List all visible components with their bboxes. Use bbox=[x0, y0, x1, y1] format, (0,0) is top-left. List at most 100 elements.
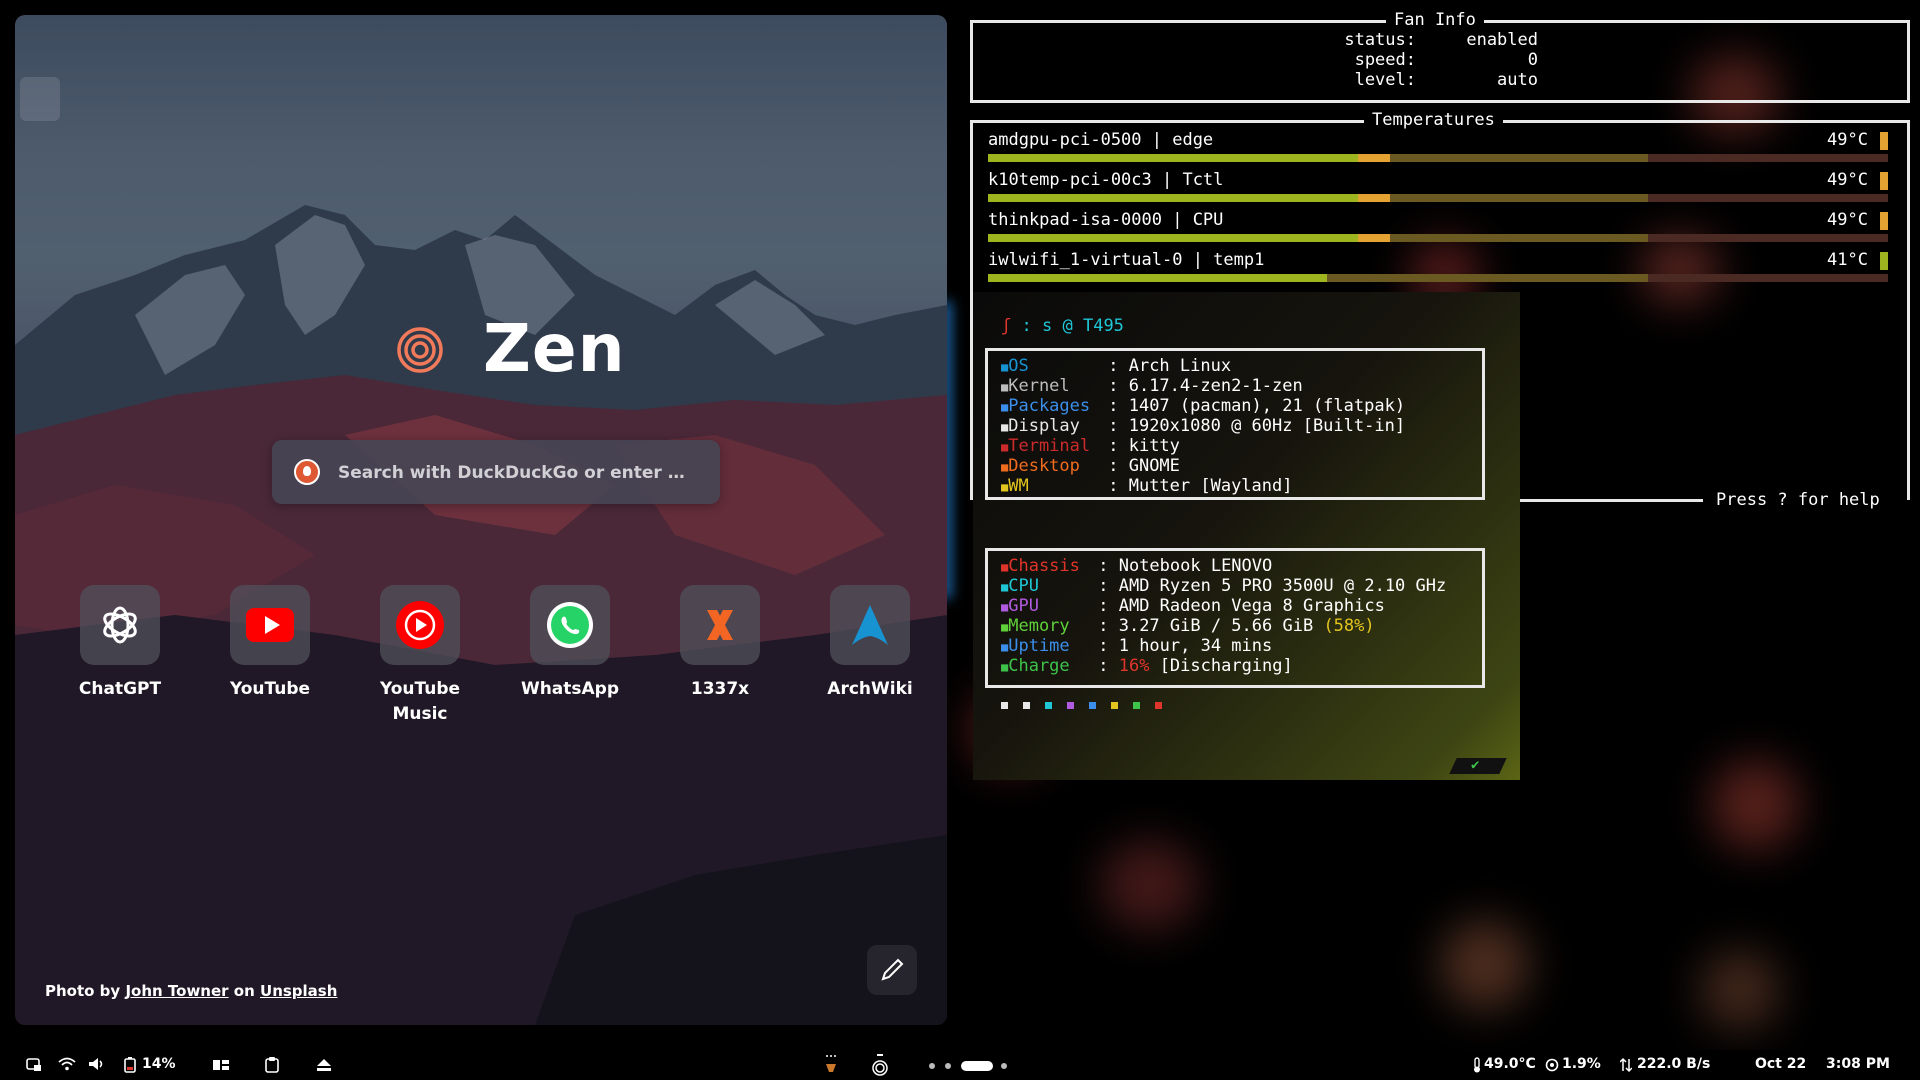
terminal-icon: ■ bbox=[1001, 440, 1009, 454]
browser-window: Zen ChatGPT YouTube bbox=[15, 15, 947, 1025]
fan-info-title: Fan Info bbox=[1386, 10, 1484, 30]
search-input[interactable] bbox=[336, 440, 710, 506]
info-separator: : bbox=[1098, 616, 1119, 636]
network-icon bbox=[1620, 1057, 1632, 1073]
fan-level-key: level: bbox=[1354, 70, 1416, 90]
workspaces-icon[interactable] bbox=[213, 1059, 229, 1071]
sensor-marker bbox=[1880, 212, 1888, 230]
info-key: Charge bbox=[1008, 656, 1070, 676]
sensor-name: thinkpad-isa-0000 | CPU bbox=[988, 210, 1224, 230]
search-box[interactable] bbox=[272, 440, 720, 506]
info-value: 1920x1080 @ 60Hz [Built-in] bbox=[1128, 416, 1406, 436]
info-key: Display bbox=[1008, 416, 1080, 436]
workspace-active[interactable] bbox=[961, 1061, 993, 1071]
info-key: Uptime bbox=[1008, 636, 1070, 656]
info-separator: : bbox=[1098, 636, 1119, 656]
zen-logo-icon bbox=[397, 327, 443, 373]
package-icon: ■ bbox=[1001, 400, 1009, 414]
info-value: AMD Radeon Vega 8 Graphics bbox=[1118, 596, 1385, 616]
sensor-bar bbox=[988, 274, 1888, 282]
arch-icon: ■ bbox=[1001, 360, 1009, 374]
info-key: Chassis bbox=[1008, 556, 1080, 576]
clock-display[interactable]: 3:08 PM bbox=[1826, 1056, 1890, 1072]
mountain-wallpaper bbox=[15, 205, 947, 1025]
shortcut-youtube[interactable]: YouTube bbox=[195, 585, 345, 702]
info-row-cpu: ■CPU: AMD Ryzen 5 PRO 3500U @ 2.10 GHz bbox=[1001, 576, 1446, 596]
info-value: 6.17.4-zen2-1-zen bbox=[1128, 376, 1303, 396]
battery-icon[interactable] bbox=[122, 1056, 138, 1073]
clipboard-icon[interactable] bbox=[265, 1057, 279, 1073]
date-display[interactable]: Oct 22 bbox=[1755, 1056, 1806, 1072]
app-indicator-icon[interactable] bbox=[824, 1054, 838, 1076]
youtube-music-icon bbox=[380, 585, 460, 665]
palette-swatch bbox=[1111, 702, 1118, 709]
shortcut-chatgpt[interactable]: ChatGPT bbox=[45, 585, 195, 702]
prompt-user: s bbox=[1041, 316, 1053, 336]
info-key: Desktop bbox=[1008, 456, 1080, 476]
x-icon bbox=[680, 585, 760, 665]
taskbar: 14% 49.0°C 1.9% 222.0 B/s Oct 22 3:08 PM bbox=[0, 1050, 1920, 1080]
volume-icon[interactable] bbox=[88, 1057, 106, 1071]
sensor-bar-fill bbox=[988, 194, 1358, 202]
prompt-icon: ʃ bbox=[1001, 316, 1012, 336]
whatsapp-icon bbox=[530, 585, 610, 665]
sensor-name: iwlwifi_1-virtual-0 | temp1 bbox=[988, 250, 1265, 270]
shortcut-archwiki[interactable]: ArchWiki bbox=[795, 585, 945, 702]
workspace-dot-2[interactable] bbox=[945, 1063, 951, 1069]
unsplash-link[interactable]: Unsplash bbox=[260, 982, 337, 1000]
fan-speed-value: 0 bbox=[1527, 50, 1538, 70]
info-row-gpu: ■GPU: AMD Radeon Vega 8 Graphics bbox=[1001, 596, 1385, 616]
shortcut-whatsapp[interactable]: WhatsApp bbox=[495, 585, 645, 702]
sensor-row: thinkpad-isa-0000 | CPU 49°C bbox=[988, 210, 1888, 250]
sidebar-toggle[interactable] bbox=[20, 77, 60, 121]
palette-swatch bbox=[1067, 702, 1074, 709]
info-separator: : bbox=[1108, 416, 1129, 436]
sensor-marker bbox=[1880, 132, 1888, 150]
sensor-bar-fill bbox=[988, 154, 1358, 162]
battery-icon: ■ bbox=[1001, 660, 1009, 674]
shortcut-youtube-music[interactable]: YouTube Music bbox=[345, 585, 495, 727]
youtube-icon bbox=[230, 585, 310, 665]
sensor-name: amdgpu-pci-0500 | edge bbox=[988, 130, 1214, 150]
info-separator: : bbox=[1098, 556, 1119, 576]
info-value: Arch Linux bbox=[1128, 356, 1232, 376]
temperatures-title: Temperatures bbox=[1364, 110, 1503, 130]
sensor-bar bbox=[988, 194, 1888, 202]
info-row-uptime: ■Uptime: 1 hour, 34 mins bbox=[1001, 636, 1272, 656]
zen-browser-taskbar-icon[interactable] bbox=[872, 1054, 888, 1076]
info-separator: : bbox=[1108, 456, 1129, 476]
cpu-readout: 1.9% bbox=[1562, 1056, 1601, 1072]
fan-level-value: auto bbox=[1497, 70, 1538, 90]
edit-button[interactable] bbox=[867, 945, 917, 995]
help-rule bbox=[1520, 499, 1703, 502]
cpu-icon: ■ bbox=[1001, 580, 1009, 594]
sensor-bar-fill bbox=[988, 274, 1327, 282]
info-row-chassis: ■Chassis: Notebook LENOVO bbox=[1001, 556, 1272, 576]
temperature-readout: 49.0°C bbox=[1484, 1056, 1536, 1072]
author-link[interactable]: John Towner bbox=[125, 982, 228, 1000]
info-row-os: ■OS: Arch Linux bbox=[1001, 356, 1231, 376]
sensor-value: 49°C bbox=[1827, 130, 1868, 150]
info-separator: : bbox=[1108, 376, 1129, 396]
palette-swatch bbox=[1155, 702, 1162, 709]
pencil-icon bbox=[881, 958, 904, 981]
sensor-value: 49°C bbox=[1827, 170, 1868, 190]
gpu-icon: ■ bbox=[1001, 600, 1009, 614]
info-value: Mutter [Wayland] bbox=[1128, 476, 1293, 496]
shortcut-label: ChatGPT bbox=[78, 679, 162, 699]
info-row-display: ■Display: 1920x1080 @ 60Hz [Built-in] bbox=[1001, 416, 1405, 436]
wifi-icon[interactable] bbox=[58, 1057, 76, 1071]
workspace-dot-1[interactable] bbox=[929, 1063, 935, 1069]
shortcut-1337x[interactable]: 1337x bbox=[645, 585, 795, 702]
memory-icon: ■ bbox=[1001, 620, 1009, 634]
info-key: Packages bbox=[1008, 396, 1091, 416]
workspace-dot-4[interactable] bbox=[1001, 1063, 1007, 1069]
info-row-wm: ■WM: Mutter [Wayland] bbox=[1001, 476, 1292, 496]
screenshot-icon[interactable] bbox=[26, 1058, 42, 1072]
sensor-bar-peak bbox=[1358, 154, 1390, 162]
help-hint: Press ? for help bbox=[1712, 490, 1884, 510]
eject-icon[interactable] bbox=[316, 1058, 332, 1072]
sensor-value: 49°C bbox=[1827, 210, 1868, 230]
photo-credit: Photo by John Towner on Unsplash bbox=[45, 982, 337, 1000]
duckduckgo-icon bbox=[294, 459, 320, 485]
